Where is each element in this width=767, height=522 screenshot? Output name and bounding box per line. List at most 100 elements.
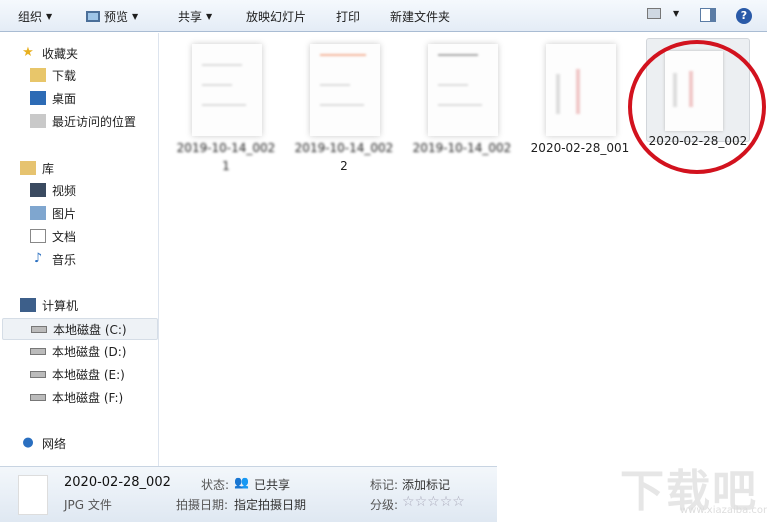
nav-label: 收藏夹 [42,46,79,61]
nav-downloads[interactable]: 下载 [30,64,76,86]
computer-icon [20,298,36,312]
desktop-icon [30,91,46,105]
details-file-type: JPG 文件 [64,498,112,512]
nav-desktop[interactable]: 桌面 [30,87,76,109]
nav-drive-c[interactable]: 本地磁盘 (C:) [2,318,158,340]
new-folder-button[interactable]: 新建文件夹 [390,8,450,25]
file-item[interactable]: 2019-10-14_002 [412,40,512,170]
help-button[interactable]: ? [736,8,752,24]
file-name: 2019-10-14_002 1 [176,141,276,173]
nav-recent[interactable]: 最近访问的位置 [30,110,136,132]
star-icon[interactable]: ☆ [452,494,465,510]
star-icon[interactable]: ☆ [415,494,428,510]
file-name: 2019-10-14_002 2 [294,141,394,173]
nav-drive-e[interactable]: 本地磁盘 (E:) [30,363,125,385]
preview-icon [86,11,100,22]
file-thumbnail [192,44,262,136]
rating-label: 分级: [370,498,399,512]
nav-label: 图片 [52,206,77,221]
drive-icon [30,370,46,378]
star-icon[interactable]: ☆ [440,494,453,510]
organize-menu[interactable]: 组织 ▼ [18,8,52,25]
pictures-icon [30,206,46,220]
file-name: 2019-10-14_002 [412,141,512,155]
share-menu[interactable]: 共享 ▼ [178,8,212,25]
nav-documents[interactable]: 文档 [30,225,76,247]
tags-label: 标记: [370,478,399,492]
view-menu[interactable]: ▼ [647,8,679,19]
print-button[interactable]: 打印 [336,8,360,25]
watermark-url: www.xiazaiba.com [680,505,767,516]
command-bar: 组织 ▼ 预览 ▼ 共享 ▼ 放映幻灯片 打印 新建文件夹 ▼ ? [0,0,767,32]
nav-label: 网络 [42,436,67,451]
details-pane: 2020-02-28_002 JPG 文件 状态: 👥 已共享 拍摄日期: 指定… [0,466,497,522]
preview-pane-button[interactable] [700,8,716,22]
nav-drive-f[interactable]: 本地磁盘 (F:) [30,386,123,408]
status-value: 已共享 [254,478,291,492]
file-thumbnail [310,44,380,136]
file-item-selected[interactable]: 2020-02-28_002 [646,38,750,148]
star-icon[interactable]: ☆ [402,494,415,510]
star-icon: ★ [22,45,34,60]
preview-pane-icon [700,8,716,22]
music-icon: ♪ [33,251,43,266]
new-folder-label: 新建文件夹 [390,10,451,24]
dropdown-arrow-icon: ▼ [46,12,53,21]
nav-videos[interactable]: 视频 [30,179,76,201]
nav-favorites[interactable]: ★ 收藏夹 [20,42,78,64]
help-icon: ? [736,8,752,24]
nav-label: 本地磁盘 (C:) [53,322,127,337]
nav-drive-d[interactable]: 本地磁盘 (D:) [30,340,126,362]
recent-places-icon [30,114,46,128]
video-icon [30,183,46,197]
nav-label: 计算机 [42,298,79,313]
file-item[interactable]: 2019-10-14_002 2 [294,40,394,173]
drive-icon [31,325,47,333]
nav-label: 文档 [52,229,77,244]
nav-label: 本地磁盘 (F:) [52,390,124,405]
star-icon[interactable]: ☆ [427,494,440,510]
dropdown-arrow-icon: ▼ [206,12,213,21]
file-thumbnail [546,44,616,136]
navigation-pane: ★ 收藏夹 下载 桌面 最近访问的位置 库 视频 图片 文档 ♪ 音乐 计算机 本地… [0,33,159,466]
documents-icon [30,229,46,243]
file-name: 2020-02-28_002 [648,134,748,148]
print-label: 打印 [336,10,361,24]
nav-network[interactable]: ● 网络 [20,432,66,454]
nav-music[interactable]: ♪ 音乐 [30,248,76,270]
tags-field[interactable]: 添加标记 [402,476,450,493]
file-item[interactable]: 2019-10-14_002 1 [176,40,276,173]
file-thumbnail [665,51,723,131]
nav-label: 库 [42,161,55,176]
file-thumbnail [428,44,498,136]
share-label: 共享 [178,10,203,24]
nav-label: 桌面 [52,91,77,106]
preview-label: 预览 [104,10,129,24]
network-icon: ● [22,435,34,450]
file-thumbnail [18,475,48,515]
rating-stars[interactable]: ☆☆☆☆☆ [402,494,465,510]
nav-libraries[interactable]: 库 [20,157,54,179]
dropdown-arrow-icon: ▼ [132,12,139,21]
file-item[interactable]: 2020-02-28_001 [530,40,630,170]
shared-users-icon: 👥 [234,475,249,489]
drive-icon [30,393,46,401]
file-list: 2019-10-14_002 1 2019-10-14_002 2 2019-10-… [160,33,767,466]
downloads-folder-icon [30,68,46,82]
nav-label: 本地磁盘 (D:) [52,344,127,359]
nav-label: 音乐 [52,252,77,267]
slideshow-button[interactable]: 放映幻灯片 [246,8,306,25]
nav-label: 本地磁盘 (E:) [52,367,125,382]
nav-label: 最近访问的位置 [52,114,137,129]
date-taken-field[interactable]: 指定拍摄日期 [234,496,306,513]
library-icon [20,161,36,175]
slideshow-label: 放映幻灯片 [246,10,307,24]
details-file-name: 2020-02-28_002 [64,475,171,490]
nav-computer[interactable]: 计算机 [20,294,78,316]
view-icon [647,8,661,19]
preview-menu[interactable]: 预览 ▼ [86,8,138,25]
nav-pictures[interactable]: 图片 [30,202,76,224]
nav-label: 下载 [52,68,77,83]
status-label: 状态: [201,478,230,492]
date-taken-label: 拍摄日期: [176,498,229,512]
